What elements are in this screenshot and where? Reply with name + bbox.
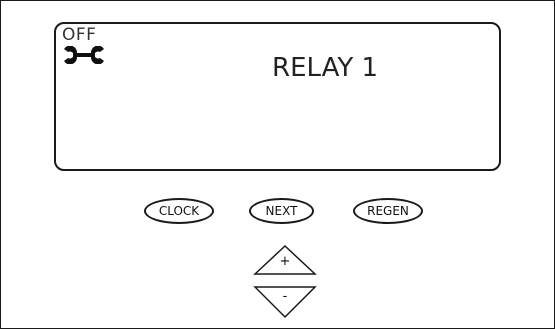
status-text: OFF [62,25,97,45]
decrease-label: - [282,289,288,304]
wrench-icon [64,46,104,64]
display-label: RELAY 1 [272,53,379,83]
clock-button[interactable]: CLOCK [144,198,214,224]
regen-button[interactable]: REGEN [353,198,423,224]
increase-label: + [279,254,291,269]
lcd-display [54,22,501,171]
next-button[interactable]: NEXT [249,198,314,224]
